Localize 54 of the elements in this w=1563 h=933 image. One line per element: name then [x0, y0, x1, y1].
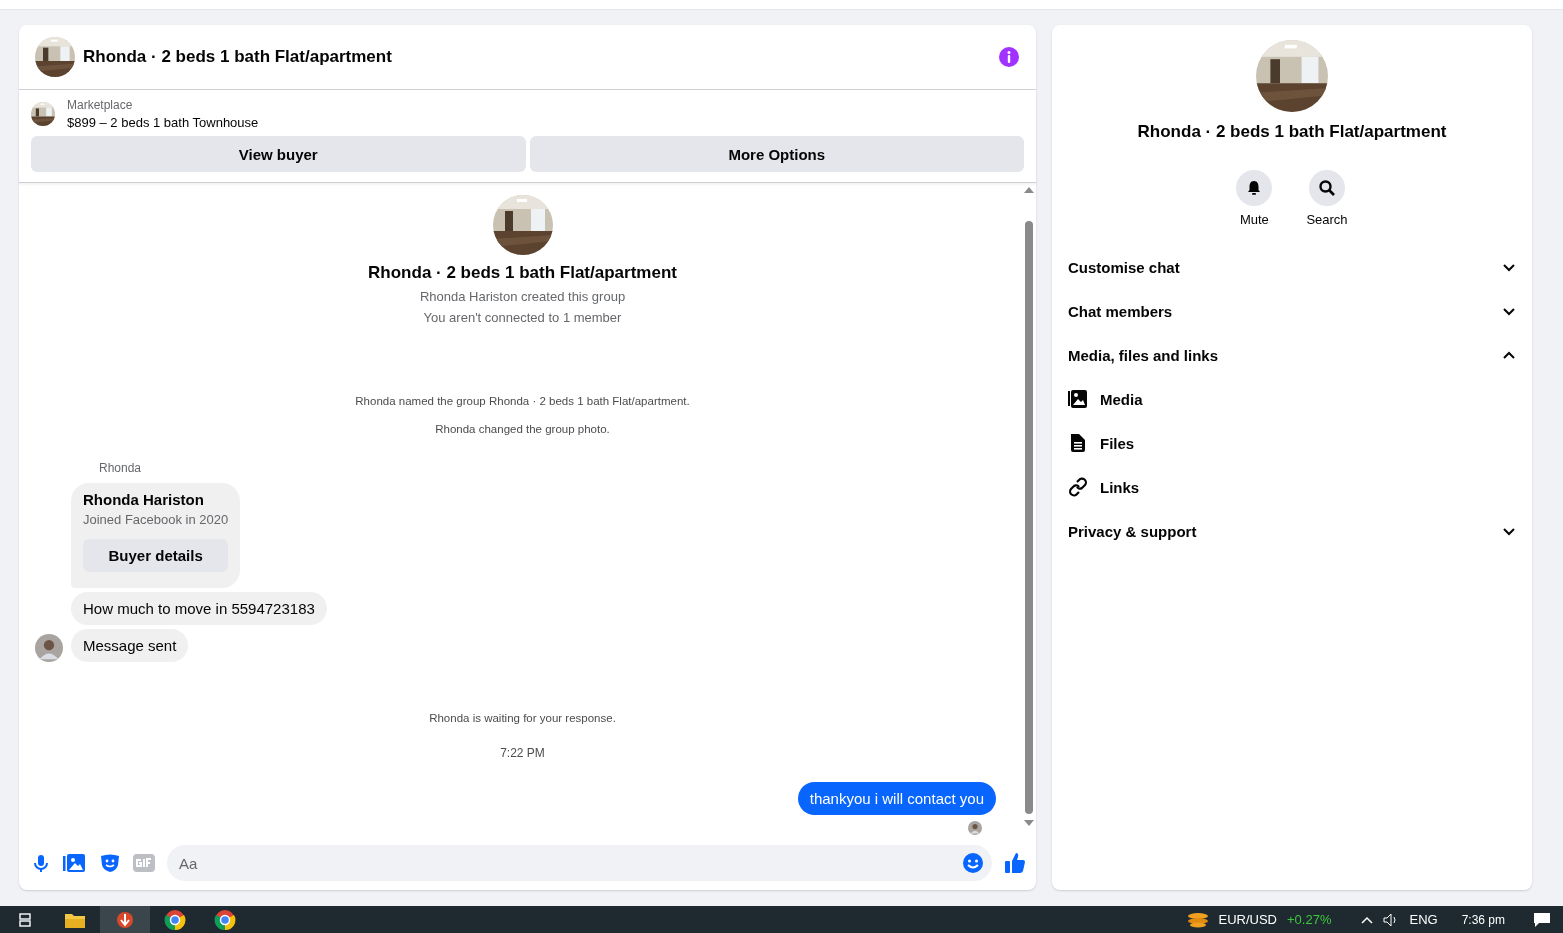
search-icon [1317, 178, 1337, 198]
avatar-icon [968, 821, 982, 835]
chat-title: Rhonda · 2 beds 1 bath Flat/apartment [83, 47, 393, 67]
browser-icon[interactable] [214, 908, 236, 931]
message-input[interactable]: Aa [167, 845, 992, 881]
notification-icon[interactable] [1533, 911, 1551, 928]
system-message: Rhonda named the group Rhonda · 2 beds 1 bath Flat/apartment. [355, 395, 690, 407]
menu-item[interactable]: Links [1100, 478, 1140, 496]
info-icon[interactable] [998, 46, 1020, 68]
menu-item[interactable]: Media [1100, 390, 1143, 408]
ticker-symbol: EUR/USD [1218, 912, 1277, 927]
microphone-icon[interactable] [31, 853, 51, 873]
document-icon [1068, 433, 1088, 453]
menu-item[interactable]: Files [1100, 434, 1135, 452]
link-icon [1068, 477, 1088, 497]
avatar-icon [35, 634, 63, 662]
section-header[interactable]: Media, files and links [1068, 346, 1219, 364]
chevron-up-icon[interactable] [1361, 915, 1374, 924]
sender-name: Rhonda [99, 461, 143, 475]
app-icon[interactable] [115, 909, 135, 930]
photos-icon[interactable] [63, 853, 87, 873]
coins-icon[interactable] [1186, 911, 1209, 928]
clock[interactable]: 7:36 pm [1461, 912, 1505, 927]
section-header[interactable]: Chat members [1068, 302, 1173, 320]
action-button[interactable]: More Options [529, 136, 1024, 172]
buyer-details-button[interactable]: Buyer details [83, 539, 229, 572]
language-indicator[interactable]: ENG [1409, 912, 1438, 927]
timestamp: 7:22 PM [500, 746, 545, 760]
sent-message-bubble: thankyou i will contact you [797, 782, 996, 815]
details-title: Rhonda · 2 beds 1 bath Flat/apartment [1137, 122, 1447, 142]
profile-subtitle: Joined Facebook in 2020 [83, 512, 229, 527]
section-header[interactable]: Customise chat [1068, 258, 1180, 276]
emoji-icon[interactable] [962, 852, 984, 874]
profile-name: Rhonda Hariston [83, 491, 205, 508]
task-view-icon[interactable] [19, 912, 31, 927]
group-info: Rhonda Hariston created this group [419, 289, 626, 304]
thumbs-up-icon[interactable] [1004, 852, 1026, 874]
action-button[interactable]: View buyer [31, 136, 526, 172]
listing-source: Marketplace [67, 98, 134, 112]
system-message: Rhonda changed the group photo. [435, 423, 610, 435]
group-info: You aren't connected to 1 member [423, 310, 622, 325]
message-bubble: How much to move in 5594723183 [71, 592, 327, 625]
photos-icon [1068, 389, 1088, 409]
message-bubble: Message sent [71, 629, 189, 662]
section-header[interactable]: Privacy & support [1068, 522, 1197, 540]
group-title: Rhonda · 2 beds 1 bath Flat/apartment [368, 263, 677, 283]
system-message: Rhonda is waiting for your response. [429, 712, 616, 724]
listing-title[interactable]: $899 – 2 beds 1 bath Townhouse [67, 115, 259, 130]
sticker-icon[interactable] [99, 853, 121, 873]
browser-icon[interactable] [164, 908, 186, 931]
scrollbar-thumb[interactable] [1025, 221, 1033, 814]
ticker-change: +0.27% [1287, 912, 1332, 927]
scroll-up-icon[interactable] [1024, 187, 1034, 193]
scroll-down-icon[interactable] [1024, 820, 1034, 826]
